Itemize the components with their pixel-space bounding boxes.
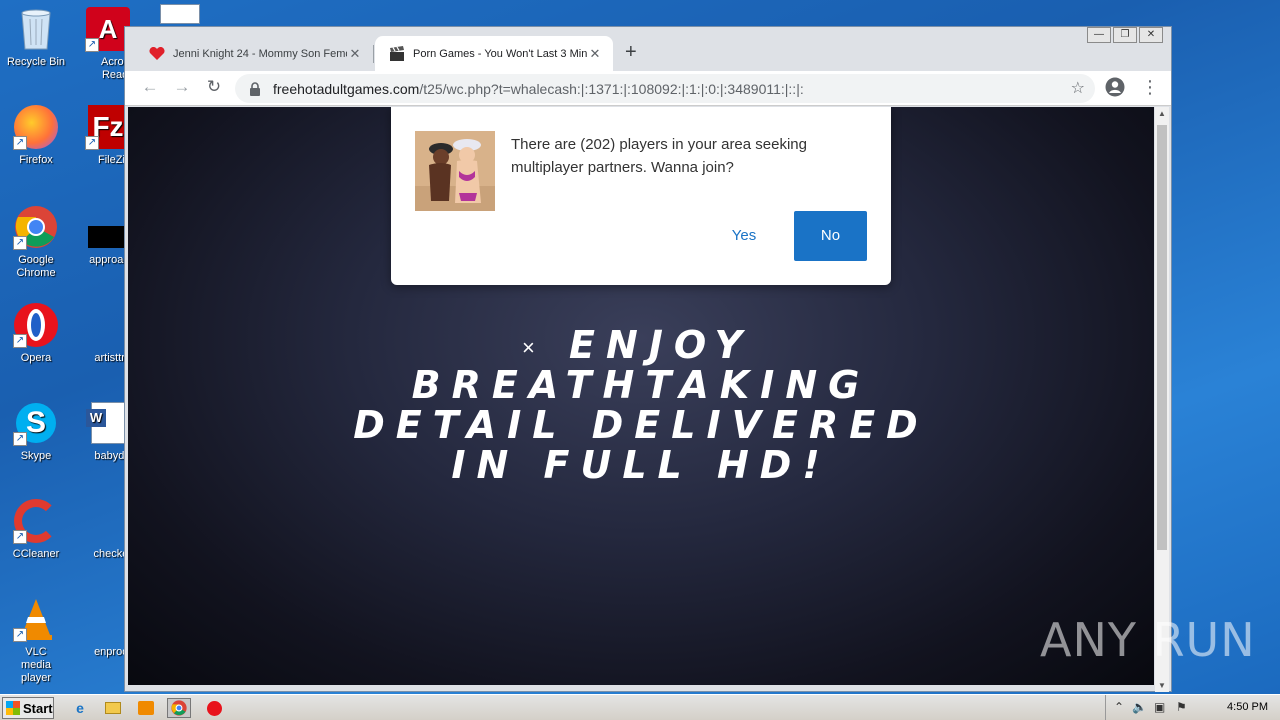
shortcut-arrow-icon: ↗ (13, 136, 27, 150)
notification-popup: There are (202) players in your area see… (391, 107, 891, 285)
desktop-icon-label: Skype (20, 450, 52, 462)
desktop-icon-chrome[interactable]: ↗ Google Chrome (0, 204, 76, 280)
close-tab-icon[interactable]: ✕ (347, 46, 363, 62)
bookmark-star-icon[interactable]: ☆ (1071, 78, 1085, 98)
new-tab-button[interactable]: + (625, 41, 637, 64)
page-viewport: There are (202) players in your area see… (128, 107, 1154, 685)
shortcut-arrow-icon: ↗ (85, 38, 99, 52)
shortcut-arrow-icon: ↗ (13, 236, 27, 250)
scrollbar-thumb[interactable] (1157, 125, 1167, 550)
desktop-icon-vlc[interactable]: ↗ VLC media player (0, 596, 76, 685)
browser-toolbar: ← → ↻ freehotadultgames.com/t25/wc.php?t… (125, 71, 1171, 106)
reload-icon[interactable]: ↻ (203, 77, 225, 97)
back-arrow-icon[interactable]: ← (139, 77, 161, 97)
clapperboard-icon (389, 45, 405, 62)
tab-separator (373, 45, 374, 63)
headline-line: IN FULL HD! (451, 443, 831, 487)
media-player-icon[interactable] (134, 698, 158, 718)
tab-active[interactable]: Porn Games - You Won't Last 3 Minutes ✕ (375, 36, 613, 71)
popup-thumbnail-image (415, 131, 495, 211)
windows-logo-icon (6, 701, 20, 715)
skype-icon: S ↗ (13, 400, 59, 446)
shortcut-arrow-icon: ↗ (13, 628, 27, 642)
restore-button[interactable]: ❐ (1113, 27, 1137, 43)
opera-taskbar-icon[interactable] (202, 698, 226, 718)
recycle-bin-icon (13, 6, 59, 52)
desktop-icon-firefox[interactable]: ↗ Firefox (0, 104, 76, 167)
tray-expand-icon[interactable]: ⌃ (1114, 700, 1124, 714)
profile-avatar-icon[interactable] (1105, 77, 1125, 102)
taskbar: Start e ⌃ 🔈 ▣ ⚑ 4:50 PM (0, 694, 1280, 720)
headline-line: DETAIL DELIVERED (353, 403, 929, 447)
tab-strip: Jenni Knight 24 - Mommy Son Femdom ✕ Por… (125, 27, 1171, 71)
shortcut-arrow-icon: ↗ (13, 432, 27, 446)
explorer-folder-icon[interactable] (101, 698, 125, 718)
tab-title: Porn Games - You Won't Last 3 Minutes (413, 47, 587, 60)
url-path: /t25/wc.php?t=whalecash:|:1371:|:108092:… (419, 80, 804, 97)
volume-icon[interactable]: 🔈 (1132, 700, 1147, 714)
popup-message: There are (202) players in your area see… (511, 136, 807, 176)
opera-icon: ↗ (13, 302, 59, 348)
firefox-icon: ↗ (13, 104, 59, 150)
vlc-cone-icon: ↗ (13, 596, 59, 642)
desktop-icon-label: Google Chrome (16, 254, 56, 279)
desktop-icon-label: CCleaner (12, 548, 60, 560)
ccleaner-icon: ↗ (13, 498, 59, 544)
document-icon (157, 4, 203, 24)
start-button[interactable]: Start (2, 697, 54, 719)
scroll-down-arrow-icon[interactable]: ▼ (1155, 681, 1169, 690)
desktop-icon-word-top[interactable] (150, 4, 210, 28)
tab-title: Jenni Knight 24 - Mommy Son Femdom (173, 47, 347, 60)
network-icon[interactable]: ▣ (1154, 700, 1165, 714)
window-controls: — ❐ ✕ (1085, 27, 1163, 43)
headline-line: ENJOY (569, 323, 753, 367)
desktop-icon-label: Recycle Bin (6, 56, 66, 68)
tab-inactive[interactable]: Jenni Knight 24 - Mommy Son Femdom ✕ (135, 36, 373, 71)
browser-window: Jenni Knight 24 - Mommy Son Femdom ✕ Por… (124, 26, 1172, 692)
desktop-icon-label: Firefox (19, 154, 53, 166)
start-label: Start (23, 700, 53, 716)
close-window-button[interactable]: ✕ (1139, 27, 1163, 43)
address-bar[interactable]: freehotadultgames.com/t25/wc.php?t=whale… (235, 74, 1095, 103)
anyrun-watermark: ANY RUN (1040, 613, 1256, 667)
desktop-icon-label: Opera (20, 352, 52, 364)
no-button[interactable]: No (794, 211, 867, 261)
chrome-taskbar-icon[interactable] (167, 698, 191, 718)
desktop-icon-opera[interactable]: ↗ Opera (0, 302, 76, 365)
desktop-icon-recycle-bin[interactable]: Recycle Bin (0, 6, 76, 69)
desktop-icon-skype[interactable]: S ↗ Skype (0, 400, 76, 463)
url-host: freehotadultgames.com (273, 80, 420, 97)
forward-arrow-icon[interactable]: → (171, 77, 193, 97)
taskbar-clock[interactable]: 4:50 PM (1227, 701, 1268, 713)
system-tray: ⌃ 🔈 ▣ ⚑ 4:50 PM (1105, 695, 1280, 720)
lock-icon (249, 81, 263, 96)
yes-button[interactable]: Yes (719, 222, 769, 250)
shortcut-arrow-icon: ↗ (85, 136, 99, 150)
vertical-scrollbar[interactable]: ▲ ▼ (1155, 107, 1169, 692)
scroll-up-arrow-icon[interactable]: ▲ (1155, 109, 1169, 118)
desktop-icon-label: VLC media player (21, 646, 51, 684)
headline-line: BREATHTAKING (411, 363, 871, 407)
heart-icon (149, 46, 165, 62)
close-tab-icon[interactable]: ✕ (587, 46, 603, 62)
shortcut-arrow-icon: ↗ (13, 334, 27, 348)
ie-icon[interactable]: e (68, 698, 92, 718)
desktop-icon-ccleaner[interactable]: ↗ CCleaner (0, 498, 76, 561)
promo-headline: ENJOY BREATHTAKING DETAIL DELIVERED IN F… (128, 325, 1154, 485)
minimize-button[interactable]: — (1087, 27, 1111, 43)
chrome-icon: ↗ (13, 204, 59, 250)
menu-kebab-icon[interactable]: ⋮ (1141, 77, 1159, 98)
shortcut-arrow-icon: ↗ (13, 530, 27, 544)
action-center-flag-icon[interactable]: ⚑ (1176, 700, 1187, 714)
